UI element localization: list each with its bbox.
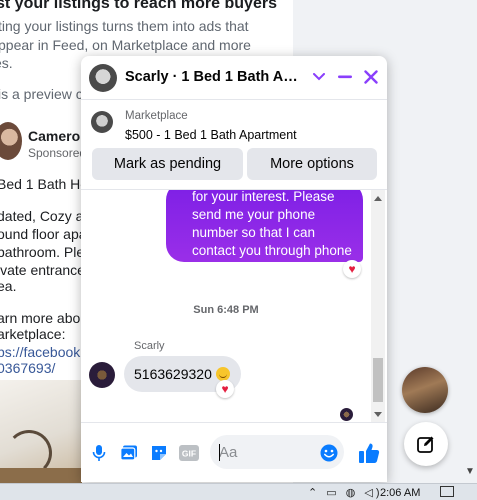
chevron-down-icon[interactable] <box>307 65 331 89</box>
boost-description-line: es. <box>0 55 13 71</box>
received-message-text: 5163629320 <box>134 366 212 382</box>
post-author-name[interactable]: Cameron <box>28 128 89 144</box>
gif-icon[interactable]: GIF <box>179 443 199 463</box>
screen: st your listings to reach more buyers ti… <box>0 0 477 500</box>
scroll-down-arrow-icon[interactable] <box>374 412 382 417</box>
message-composer: GIF <box>81 422 387 482</box>
post-text-line: arn more abou <box>0 310 89 326</box>
message-timestamp: Sun 6:48 PM <box>193 304 259 316</box>
sticker-icon[interactable] <box>149 443 169 463</box>
sender-name: Scarly <box>134 340 165 352</box>
minimize-icon[interactable] <box>333 65 357 89</box>
post-text-line: bathroom. Ple <box>0 244 85 260</box>
image-icon[interactable] <box>119 443 139 463</box>
preview-note: is a preview c <box>0 86 83 102</box>
sponsored-label: Sponsored <box>28 146 87 160</box>
microphone-icon[interactable] <box>89 443 109 463</box>
post-text-line: Bed 1 Bath Ho <box>0 176 89 192</box>
emoji-icon[interactable] <box>319 443 339 463</box>
post-author-avatar[interactable] <box>0 122 22 160</box>
text-caret <box>219 444 220 461</box>
message-scrollbar[interactable] <box>371 190 385 422</box>
seen-indicator-avatar <box>340 408 353 421</box>
scroll-up-arrow-icon[interactable] <box>374 196 382 201</box>
chat-title[interactable]: Scarly · 1 Bed 1 Bath Apart... <box>125 69 303 85</box>
post-text-line: ea. <box>0 278 17 294</box>
smiley-emoji-icon <box>215 367 230 381</box>
contact-avatar[interactable] <box>89 64 117 92</box>
thumbs-up-icon[interactable] <box>357 441 381 465</box>
taskbar-clock[interactable]: 2:06 AM <box>380 487 420 499</box>
post-text-line: ound floor apar <box>0 226 92 242</box>
marketplace-listing-card: Marketplace $500 - 1 Bed 1 Bath Apartmen… <box>81 100 387 190</box>
post-text-line: arketplace: <box>0 326 66 342</box>
post-link[interactable]: ps://facebook. <box>0 344 84 360</box>
gif-label: GIF <box>182 449 196 459</box>
boost-description-line: ting your listings turns them into ads t… <box>0 18 249 34</box>
notification-icon[interactable] <box>440 486 454 497</box>
heart-reaction-icon[interactable]: ♥ <box>216 380 234 398</box>
system-tray-icons[interactable]: ⌃ ▭ ◍ ◁) <box>308 486 383 499</box>
post-link[interactable]: 0367693/ <box>0 360 55 376</box>
chat-header: Scarly · 1 Bed 1 Bath Apart... <box>81 56 387 100</box>
listing-thumbnail[interactable] <box>91 111 113 133</box>
boost-description-line: ppear in Feed, on Marketplace and more <box>0 37 251 53</box>
more-options-button[interactable]: More options <box>247 148 377 180</box>
page-scroll-down-arrow[interactable]: ▼ <box>465 466 475 477</box>
scrollbar-thumb[interactable] <box>373 358 383 402</box>
boost-headline: st your listings to reach more buyers <box>0 0 277 12</box>
sent-message-bubble[interactable]: for your interest. Please send me your p… <box>166 190 363 262</box>
taskbar: ⌃ ▭ ◍ ◁) 2:06 AM <box>0 483 477 500</box>
listing-source: Marketplace <box>125 110 188 122</box>
chat-window: Scarly · 1 Bed 1 Bath Apart... Marketpla… <box>81 56 387 482</box>
sender-avatar[interactable] <box>89 362 115 388</box>
mark-as-pending-button[interactable]: Mark as pending <box>92 148 243 180</box>
heart-reaction-icon[interactable]: ♥ <box>343 260 361 278</box>
post-text-line: dated, Cozy a <box>0 208 84 224</box>
listing-title[interactable]: $500 - 1 Bed 1 Bath Apartment <box>125 128 297 142</box>
post-text-line: ivate entrance <box>0 262 85 278</box>
listing-photo[interactable] <box>0 380 82 485</box>
new-message-icon[interactable] <box>404 422 448 466</box>
close-icon[interactable] <box>359 65 383 89</box>
message-thread: for your interest. Please send me your p… <box>81 190 387 422</box>
chat-head-avatar[interactable] <box>402 367 448 413</box>
